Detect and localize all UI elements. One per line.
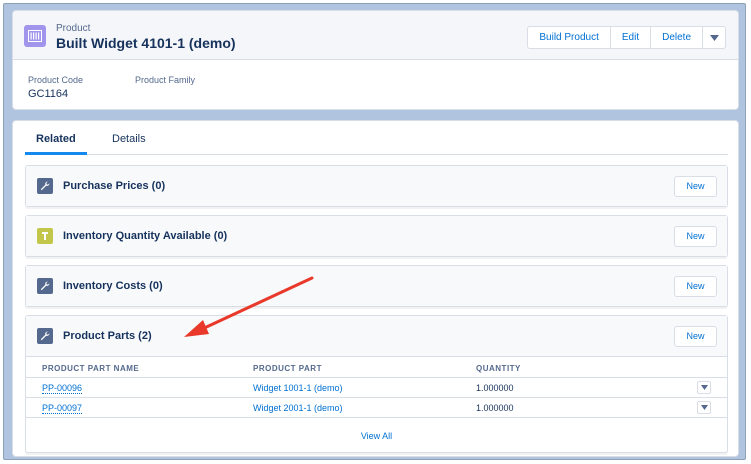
tab-bar: Related Details (25, 121, 728, 155)
chevron-down-icon (700, 385, 708, 390)
quantity-value: 1.000000 (476, 383, 514, 393)
more-actions-button[interactable] (703, 27, 725, 48)
quantity-value: 1.000000 (476, 403, 514, 413)
delete-button[interactable]: Delete (651, 27, 703, 48)
page-frame: Product Built Widget 4101-1 (demo) Build… (3, 3, 746, 460)
action-button-group: Build Product Edit Delete (527, 26, 726, 49)
object-type-label: Product (56, 23, 91, 34)
row-actions-button[interactable] (697, 381, 711, 394)
related-list-header: Inventory Costs (0) New (26, 266, 727, 306)
related-list-title[interactable]: Purchase Prices (0) (63, 180, 165, 192)
product-code-value: GC1164 (28, 88, 69, 100)
related-list-product-parts: Product Parts (2) New PRODUCT PART NAME … (25, 315, 728, 453)
view-all-row: View All (26, 418, 727, 451)
tab-details[interactable]: Details (112, 133, 146, 145)
header-top: Product Built Widget 4101-1 (demo) Build… (13, 11, 738, 60)
related-list-purchase-prices: Purchase Prices (0) New (25, 165, 728, 207)
record-title: Built Widget 4101-1 (demo) (56, 35, 236, 51)
table-header: PRODUCT PART NAME PRODUCT PART QUANTITY (26, 356, 727, 378)
new-inventory-cost-button[interactable]: New (674, 276, 717, 297)
edit-button[interactable]: Edit (611, 27, 652, 48)
record-header: Product Built Widget 4101-1 (demo) Build… (12, 10, 739, 110)
active-tab-indicator (25, 152, 87, 155)
related-list-title[interactable]: Product Parts (2) (63, 330, 152, 342)
new-product-part-button[interactable]: New (674, 326, 717, 347)
column-header-product-part-name: PRODUCT PART NAME (42, 364, 140, 373)
product-part-name-link[interactable]: PP-00096 (42, 383, 83, 394)
related-list-header: Purchase Prices (0) New (26, 166, 727, 206)
column-header-quantity: QUANTITY (476, 364, 521, 373)
product-code-label: Product Code (28, 75, 84, 85)
related-list-title[interactable]: Inventory Quantity Available (0) (63, 230, 227, 242)
new-purchase-price-button[interactable]: New (674, 176, 717, 197)
build-product-button[interactable]: Build Product (528, 27, 611, 48)
product-icon (24, 25, 46, 47)
row-actions-button[interactable] (697, 401, 711, 414)
related-list-header: Product Parts (2) New (26, 316, 727, 356)
related-list-title[interactable]: Inventory Costs (0) (63, 280, 163, 292)
tag-icon (37, 228, 53, 244)
tab-related[interactable]: Related (36, 133, 76, 145)
column-header-product-part: PRODUCT PART (253, 364, 322, 373)
related-list-inventory-quantity: Inventory Quantity Available (0) New (25, 215, 728, 257)
new-inventory-quantity-button[interactable]: New (674, 226, 717, 247)
view-all-link[interactable]: View All (26, 431, 727, 441)
product-part-name-link[interactable]: PP-00097 (42, 403, 83, 414)
table-row: PP-00097 Widget 2001-1 (demo) 1.000000 (26, 398, 727, 418)
highlights-panel: Product Code GC1164 Product Family (13, 60, 738, 109)
chevron-down-icon (709, 34, 719, 41)
product-part-link[interactable]: Widget 1001-1 (demo) (253, 383, 343, 393)
wrench-icon (37, 178, 53, 194)
wrench-icon (37, 328, 53, 344)
related-list-header: Inventory Quantity Available (0) New (26, 216, 727, 256)
tabset: Related Details Purchase Prices (0) New … (12, 120, 739, 457)
related-list-inventory-costs: Inventory Costs (0) New (25, 265, 728, 307)
wrench-icon (37, 278, 53, 294)
table-row: PP-00096 Widget 1001-1 (demo) 1.000000 (26, 378, 727, 398)
product-part-link[interactable]: Widget 2001-1 (demo) (253, 403, 343, 413)
chevron-down-icon (700, 405, 708, 410)
product-family-label: Product Family (135, 75, 196, 85)
